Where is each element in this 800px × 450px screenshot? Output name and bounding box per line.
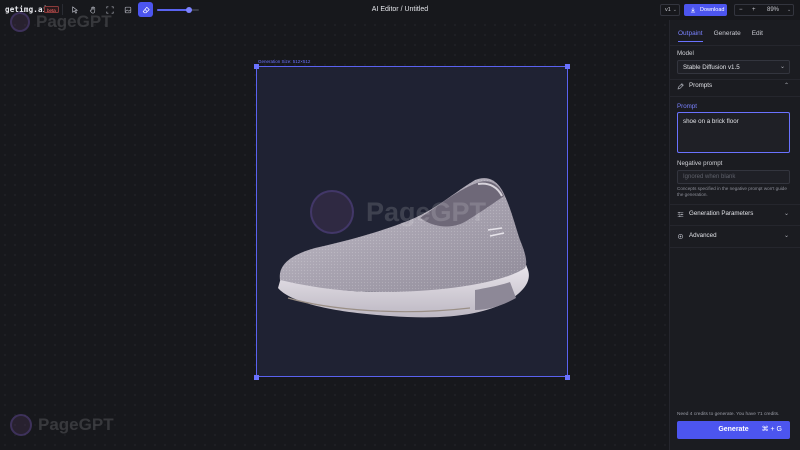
- generation-parameters-title: Generation Parameters: [689, 210, 754, 217]
- slider-knob[interactable]: [185, 7, 192, 13]
- eraser-tool-button[interactable]: [138, 2, 153, 17]
- prompts-section-header[interactable]: Prompts ⌃: [677, 80, 790, 92]
- model-value: Stable Diffusion v1.5: [683, 64, 740, 71]
- watermark-text: PageGPT: [366, 196, 487, 227]
- pencil-icon: [677, 83, 684, 90]
- zoom-control: − + 89% ⌄: [734, 4, 794, 16]
- model-select[interactable]: Stable Diffusion v1.5 ⌄: [677, 60, 790, 74]
- chevron-down-icon: ⌄: [783, 233, 789, 239]
- download-button[interactable]: Download: [684, 4, 727, 16]
- chevron-down-icon: ⌄: [783, 211, 789, 217]
- image-add-icon: [124, 6, 131, 13]
- watermark-text: PageGPT: [38, 415, 114, 434]
- generation-parameters-header[interactable]: Generation Parameters ⌄: [677, 208, 790, 220]
- credits-info: Need 4 credits to generate. You have 71 …: [677, 412, 780, 417]
- panel-tabs: Outpaint Generate Edit: [678, 30, 774, 42]
- image-tool-button[interactable]: [120, 2, 135, 17]
- chevron-down-icon: ⌄: [672, 7, 677, 13]
- brush-size-slider[interactable]: [157, 7, 199, 13]
- download-icon: [690, 7, 696, 13]
- prompt-label: Prompt: [677, 103, 697, 110]
- document-title: AI Editor / Untitled: [371, 6, 429, 13]
- watermark-bottom-left: PageGPT: [10, 414, 114, 436]
- settings-panel: Outpaint Generate Edit Model Stable Diff…: [669, 20, 800, 450]
- prompts-section-title: Prompts: [689, 82, 713, 89]
- zoom-in-button[interactable]: +: [752, 5, 756, 16]
- frame-handle-top-right[interactable]: [565, 64, 570, 69]
- watermark-center: PageGPT: [310, 190, 486, 234]
- generate-label: Generate: [718, 426, 749, 433]
- tab-outpaint[interactable]: Outpaint: [678, 30, 703, 42]
- negative-prompt-hint: Concepts specified in the negative promp…: [677, 186, 787, 198]
- watermark-text: PageGPT: [36, 12, 112, 31]
- divider: [670, 247, 800, 248]
- watermark-top-left: PageGPT: [10, 12, 112, 32]
- top-bar: getimg.ai beta AI Editor / Untitled v1 ⌄…: [0, 0, 800, 20]
- frame-handle-bottom-right[interactable]: [565, 375, 570, 380]
- tab-edit[interactable]: Edit: [752, 30, 763, 42]
- gear-icon: [677, 233, 684, 240]
- slider-fill: [157, 9, 189, 11]
- divider: [670, 45, 800, 46]
- chevron-down-icon: ⌄: [779, 64, 785, 70]
- advanced-section-title: Advanced: [689, 232, 717, 239]
- generate-shortcut: ⌘ + G: [761, 426, 782, 433]
- zoom-out-button[interactable]: −: [739, 5, 743, 16]
- divider: [670, 225, 800, 226]
- zoom-level[interactable]: 89%: [767, 5, 779, 16]
- generation-size-label: Generation Size: 512×512: [258, 59, 311, 64]
- version-value: v1: [665, 7, 671, 13]
- watermark-logo-icon: [10, 414, 32, 436]
- chevron-down-icon[interactable]: ⌄: [787, 5, 791, 16]
- frame-handle-bottom-left[interactable]: [254, 375, 259, 380]
- version-select[interactable]: v1 ⌄: [660, 4, 680, 16]
- eraser-icon: [142, 6, 150, 13]
- watermark-logo-icon: [10, 12, 30, 32]
- sliders-icon: [677, 212, 684, 217]
- divider: [670, 204, 800, 205]
- advanced-section-header[interactable]: Advanced ⌄: [677, 230, 790, 242]
- chevron-up-icon: ⌃: [783, 83, 789, 89]
- model-label: Model: [677, 50, 694, 57]
- watermark-logo-icon: [310, 190, 354, 234]
- download-label: Download: [700, 7, 725, 13]
- negative-prompt-input[interactable]: Ignored when blank: [677, 170, 790, 184]
- prompt-input[interactable]: shoe on a brick floor: [677, 112, 790, 153]
- tab-generate[interactable]: Generate: [714, 30, 741, 42]
- frame-handle-top-left[interactable]: [254, 64, 259, 69]
- generate-button[interactable]: Generate ⌘ + G: [677, 421, 790, 439]
- divider: [670, 96, 800, 97]
- negative-prompt-label: Negative prompt: [677, 160, 723, 167]
